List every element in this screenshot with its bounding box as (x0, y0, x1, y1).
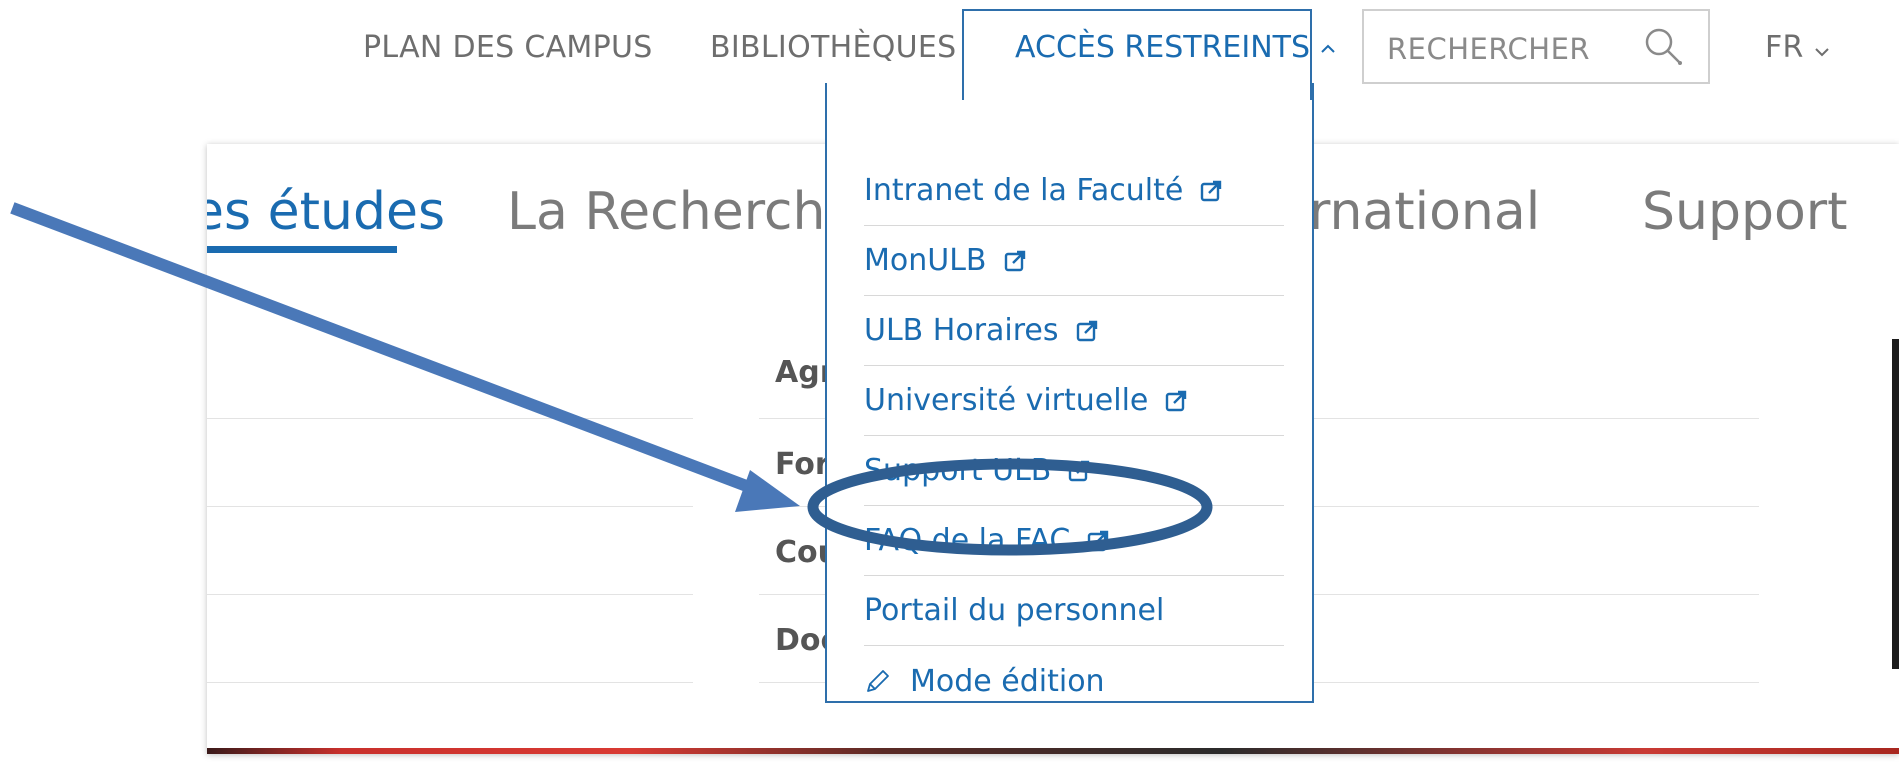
language-label: FR (1765, 30, 1804, 65)
external-link-icon (1086, 529, 1110, 553)
tab-les-etudes[interactable]: es études (207, 182, 445, 242)
active-tab-underline (207, 246, 397, 253)
divider (207, 682, 693, 683)
dropdown-item-intranet[interactable]: Intranet de la Faculté (864, 156, 1284, 226)
acces-restreints-button[interactable]: ACCÈS RESTREINTS (1015, 30, 1336, 65)
plan-des-campus-link[interactable]: PLAN DES CAMPUS (363, 30, 653, 65)
dropdown-item-portail-du-personnel[interactable]: Portail du personnel (864, 576, 1284, 646)
external-link-icon (1199, 179, 1223, 203)
submenu-item-for[interactable]: For (775, 447, 830, 482)
external-link-icon (1075, 319, 1099, 343)
language-selector[interactable]: FR (1765, 30, 1830, 65)
tab-international[interactable]: ernational (1277, 182, 1540, 242)
acces-restreints-label: ACCÈS RESTREINTS (1015, 30, 1311, 65)
dropdown-item-label: Intranet de la Faculté (864, 173, 1184, 208)
external-link-icon (1003, 249, 1027, 273)
search-input[interactable]: RECHERCHER (1387, 32, 1590, 66)
dropdown-item-label: FAQ de la FAC (864, 523, 1071, 558)
external-link-icon (1067, 459, 1091, 483)
dropdown-item-label: Portail du personnel (864, 593, 1165, 628)
dropdown-item-universite-virtuelle[interactable]: Université virtuelle (864, 366, 1284, 436)
divider (207, 506, 693, 507)
mode-edition-label: Mode édition (910, 663, 1105, 699)
external-link-icon (1164, 389, 1188, 413)
mode-edition-button[interactable]: Mode édition (864, 646, 1284, 716)
tab-support[interactable]: Support (1642, 182, 1848, 242)
chevron-down-icon (1814, 30, 1830, 65)
hero-image (207, 748, 1899, 754)
dropdown-item-label: MonULB (864, 243, 987, 278)
chevron-up-icon (1320, 38, 1336, 59)
dropdown-item-faq-de-la-fac[interactable]: FAQ de la FAC (864, 506, 1284, 576)
divider (207, 594, 693, 595)
pencil-icon (864, 667, 892, 695)
hero-image-edge (1892, 339, 1899, 669)
tab-la-recherche[interactable]: La Recherche (507, 182, 857, 242)
dropdown-item-support-ulb[interactable]: Support ULB (864, 436, 1284, 506)
dropdown-item-ulb-horaires[interactable]: ULB Horaires (864, 296, 1284, 366)
dropdown-item-monulb[interactable]: MonULB (864, 226, 1284, 296)
dropdown-item-label: ULB Horaires (864, 313, 1059, 348)
divider (207, 418, 693, 419)
bibliotheques-link[interactable]: BIBLIOTHÈQUES (710, 30, 957, 65)
dropdown-item-label: Support ULB (864, 453, 1052, 488)
search-icon[interactable] (1642, 25, 1686, 73)
dropdown-item-label: Université virtuelle (864, 383, 1149, 418)
search-box[interactable]: RECHERCHER (1362, 9, 1710, 84)
acces-restreints-dropdown: Intranet de la Faculté MonULB ULB Horair… (825, 83, 1314, 703)
